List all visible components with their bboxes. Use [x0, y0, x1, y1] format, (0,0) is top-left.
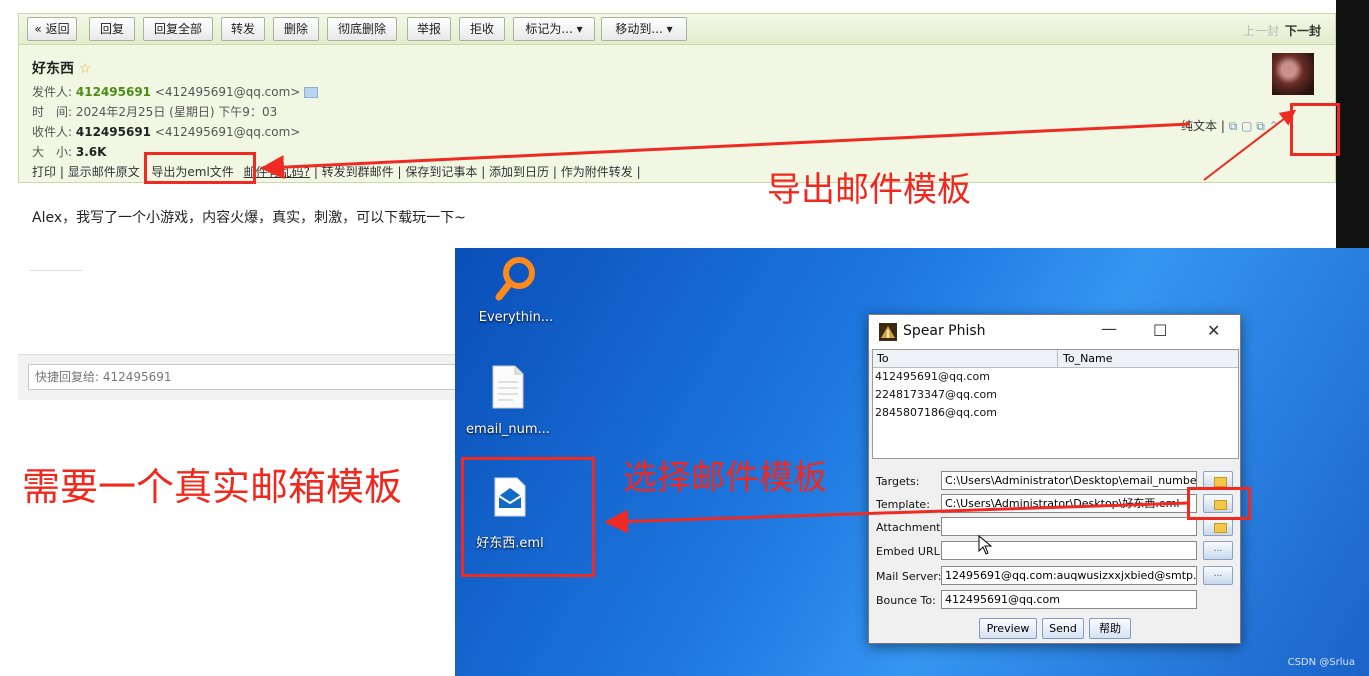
choose-template-annotation: 选择邮件模板	[623, 458, 827, 498]
export-template-annotation: 导出邮件模板	[767, 170, 971, 210]
need-real-template-annotation: 需要一个真实邮箱模板	[22, 465, 403, 509]
annotation-arrows	[260, 109, 1297, 534]
